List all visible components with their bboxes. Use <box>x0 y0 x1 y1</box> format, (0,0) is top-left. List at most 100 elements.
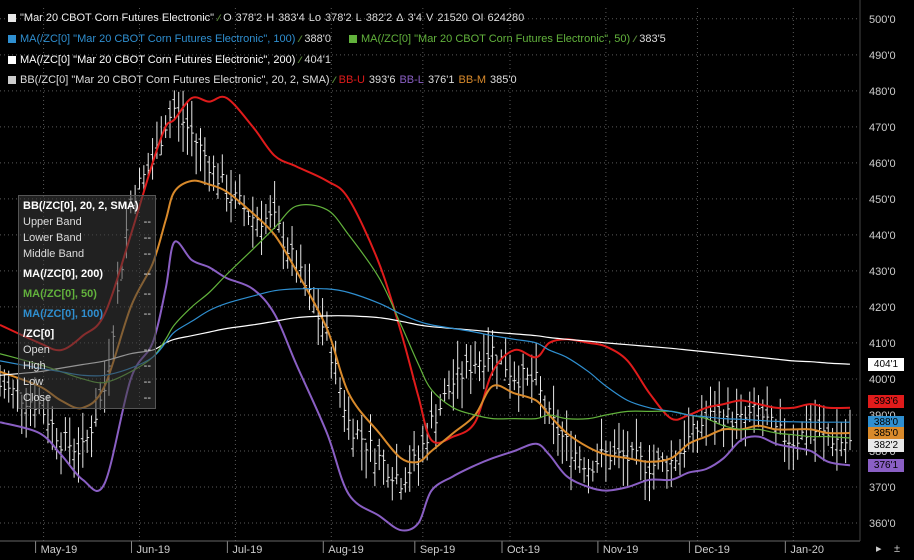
wave-icon: ⁄⁄ <box>299 34 301 44</box>
panel-ma50-row: MA(/ZC[0], 50) -- <box>23 288 151 303</box>
scroll-left-icon[interactable]: ▸ <box>876 543 882 555</box>
zoom-plus-icon[interactable]: ± <box>894 543 900 555</box>
panel-bb-title-row: BB(/ZC[0], 20, 2, SMA) <box>23 200 151 215</box>
y-tick-label: 480'0 <box>869 86 896 98</box>
legend-bb-label: BB(/ZC[0] "Mar 20 CBOT Corn Futures Elec… <box>20 74 330 86</box>
legend-main-symbol: "Mar 20 CBOT Corn Futures Electronic" <box>20 12 215 24</box>
panel-price-title-row: /ZC[0] <box>23 328 151 343</box>
legend-ma200: MA(/ZC[0] "Mar 20 CBOT Corn Futures Elec… <box>8 54 331 66</box>
legend-main: "Mar 20 CBOT Corn Futures Electronic" ⁄⁄… <box>8 12 524 24</box>
wave-icon: ⁄⁄ <box>218 13 220 23</box>
panel-low-label: Low <box>23 376 44 388</box>
panel-row: Lower Band -- <box>23 232 151 247</box>
open-value: 378'2 <box>235 12 263 24</box>
y-tick-label: 460'0 <box>869 158 896 170</box>
high-value: 383'4 <box>278 12 305 24</box>
legend-ma-row: MA(/ZC[0] "Mar 20 CBOT Corn Futures Elec… <box>8 33 666 45</box>
y-tick-label: 440'0 <box>869 230 896 242</box>
legend-ma100-label: MA(/ZC[0] "Mar 20 CBOT Corn Futures Elec… <box>20 33 296 45</box>
main-swatch <box>8 14 16 22</box>
ma100-swatch <box>8 35 16 43</box>
bb-lower-value: 376'1 <box>427 74 455 86</box>
bb-swatch <box>8 76 16 84</box>
panel-price-title: /ZC[0] <box>23 328 55 340</box>
panel-ma100-title: MA(/ZC[0], 100) <box>23 308 104 320</box>
panel-bb-title: BB(/ZC[0], 20, 2, SMA) <box>23 200 139 212</box>
ma200-tag: 404'1 <box>868 357 904 371</box>
panel-row: Low -- <box>23 376 151 391</box>
bb-lower-label: BB-L <box>399 74 424 86</box>
y-tick-label: 500'0 <box>869 14 896 26</box>
panel-value: -- <box>143 268 151 280</box>
legend-ma100-value: 388'0 <box>304 33 331 45</box>
panel-value: -- <box>143 308 151 320</box>
ma200-swatch <box>8 56 16 64</box>
price-axis: 360'0370'0380'0390'0400'0410'0420'0430'0… <box>869 14 896 530</box>
y-tick-label: 400'0 <box>869 374 896 386</box>
high-label: H <box>266 12 275 24</box>
bb-upper-tag: 393'6 <box>868 394 904 408</box>
panel-value: -- <box>143 248 151 260</box>
panel-value: -- <box>143 232 151 244</box>
panel-value: -- <box>143 216 151 228</box>
y-tick-label: 450'0 <box>869 194 896 206</box>
data-box-panel[interactable]: BB(/ZC[0], 20, 2, SMA) Upper Band -- Low… <box>18 195 156 409</box>
y-tick-label: 470'0 <box>869 122 896 134</box>
last-value: 382'2 <box>365 12 393 24</box>
volume-value: 21520 <box>437 12 468 24</box>
panel-lower-band-label: Lower Band <box>23 232 82 244</box>
scroll-controls[interactable]: ▸ ± <box>876 543 900 555</box>
change-value: 3'4 <box>407 12 422 24</box>
ma50-swatch <box>348 35 357 43</box>
legend-ma200-label: MA(/ZC[0] "Mar 20 CBOT Corn Futures Elec… <box>20 54 296 66</box>
legend-ma50-label: MA(/ZC[0] "Mar 20 CBOT Corn Futures Elec… <box>360 33 631 45</box>
panel-upper-band-label: Upper Band <box>23 216 82 228</box>
date-axis: May-19 Jun-19 Jul-19 Aug-19 Sep-19 Oct-19 Nov-… <box>35 541 824 556</box>
x-tick-label: Nov-19 <box>603 544 638 556</box>
legend-ma200-value: 404'1 <box>304 54 331 66</box>
bb-upper-value: 393'6 <box>368 74 396 86</box>
panel-ma200-title: MA(/ZC[0], 200) <box>23 268 104 280</box>
volume-label: V <box>425 12 434 24</box>
y-tick-label: 370'0 <box>869 482 896 494</box>
panel-row: Upper Band -- <box>23 216 151 231</box>
panel-high-label: High <box>23 360 46 372</box>
panel-close-label: Close <box>23 392 52 404</box>
x-tick-label: Oct-19 <box>507 544 540 556</box>
legend-ma50-value: 383'5 <box>639 33 666 45</box>
panel-row: Close -- <box>23 392 151 407</box>
last-label: L <box>355 12 362 24</box>
panel-value: -- <box>143 360 151 372</box>
wave-icon: ⁄⁄ <box>333 75 336 85</box>
panel-row: Open -- <box>23 344 151 359</box>
panel-ma100-row: MA(/ZC[0], 100) -- <box>23 308 151 323</box>
bb-middle-value: 385'0 <box>490 74 517 86</box>
y-tick-label: 360'0 <box>869 518 896 530</box>
oi-label: OI <box>471 12 484 24</box>
change-label: Δ <box>396 12 404 24</box>
panel-value: -- <box>143 376 151 388</box>
panel-open-label: Open <box>23 344 50 356</box>
panel-middle-band-label: Middle Band <box>23 248 85 260</box>
legend-bb: BB(/ZC[0] "Mar 20 CBOT Corn Futures Elec… <box>8 74 517 86</box>
x-tick-label: Jun-19 <box>136 544 170 556</box>
y-tick-label: 420'0 <box>869 302 896 314</box>
wave-icon: ⁄⁄ <box>634 34 636 44</box>
x-tick-label: Sep-19 <box>420 544 455 556</box>
wave-icon: ⁄⁄ <box>299 55 301 65</box>
x-tick-label: Dec-19 <box>694 544 729 556</box>
bb-middle-label: BB-M <box>458 74 487 86</box>
x-tick-label: Aug-19 <box>328 544 363 556</box>
panel-ma200-row: MA(/ZC[0], 200) -- <box>23 268 151 283</box>
panel-row: High -- <box>23 360 151 375</box>
x-tick-label: May-19 <box>41 544 78 556</box>
bb-upper-label: BB-U <box>338 74 365 86</box>
panel-value: -- <box>143 288 151 300</box>
low-label: Lo <box>308 12 321 24</box>
low-value: 378'2 <box>325 12 352 24</box>
open-label: O <box>223 12 232 24</box>
y-tick-label: 410'0 <box>869 338 896 350</box>
panel-value: -- <box>143 392 151 404</box>
panel-row: Middle Band -- <box>23 248 151 263</box>
y-tick-label: 490'0 <box>869 50 896 62</box>
